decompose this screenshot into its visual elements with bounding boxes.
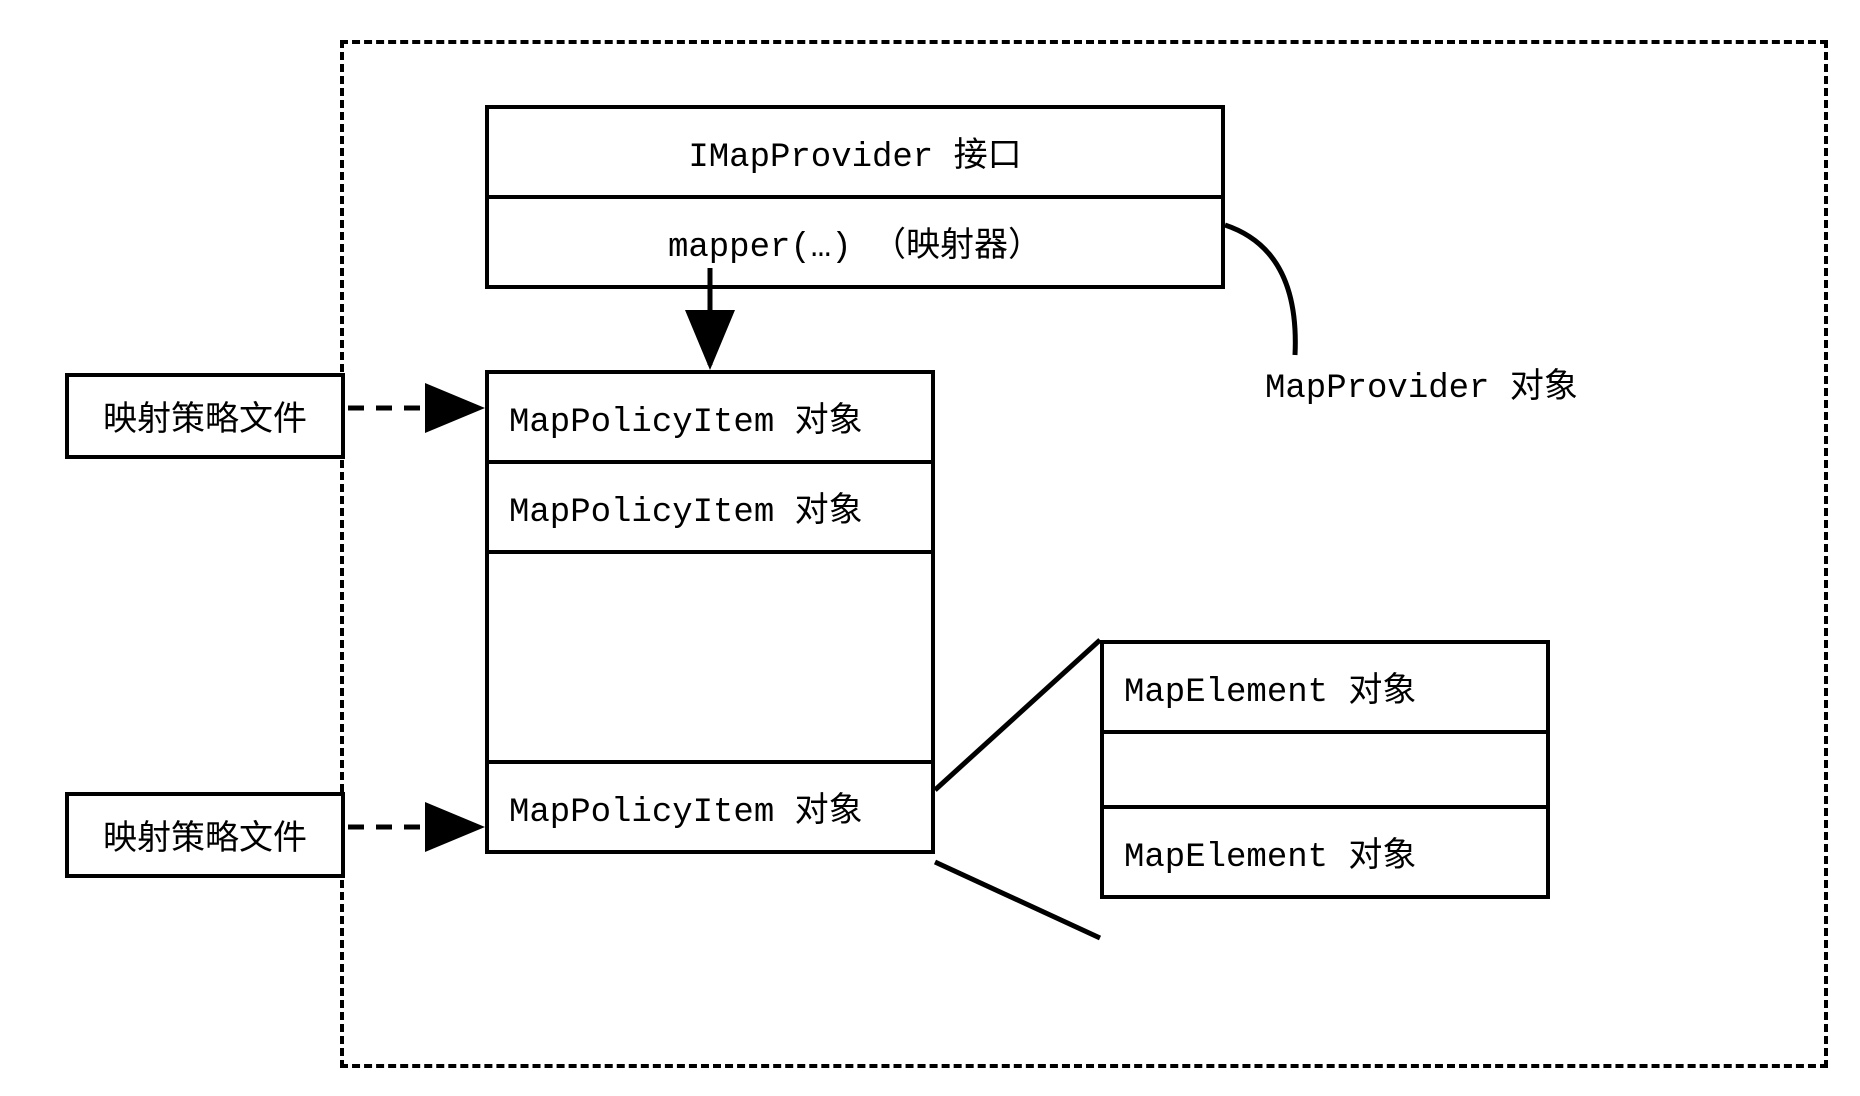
map-provider-object-label: MapProvider 对象 bbox=[1265, 358, 1578, 408]
external-policy-file-2: 映射策略文件 bbox=[65, 792, 345, 878]
map-policy-item-box: MapPolicyItem 对象 MapPolicyItem 对象 MapPol… bbox=[485, 370, 935, 854]
policy-item-blank bbox=[489, 554, 931, 764]
external-policy-file-1-label: 映射策略文件 bbox=[69, 377, 341, 455]
policy-item-4: MapPolicyItem 对象 bbox=[489, 764, 931, 850]
mapper-label: mapper(…) （映射器） bbox=[489, 199, 1221, 285]
map-element-box: MapElement 对象 MapElement 对象 bbox=[1100, 640, 1550, 899]
map-element-blank bbox=[1104, 734, 1546, 809]
imap-provider-box: IMapProvider 接口 mapper(…) （映射器） bbox=[485, 105, 1225, 289]
policy-item-1: MapPolicyItem 对象 bbox=[489, 374, 931, 464]
external-policy-file-1: 映射策略文件 bbox=[65, 373, 345, 459]
map-element-1: MapElement 对象 bbox=[1104, 644, 1546, 734]
map-element-3: MapElement 对象 bbox=[1104, 809, 1546, 895]
imap-interface-label: IMapProvider 接口 bbox=[489, 109, 1221, 199]
external-policy-file-2-label: 映射策略文件 bbox=[69, 796, 341, 874]
policy-item-2: MapPolicyItem 对象 bbox=[489, 464, 931, 554]
